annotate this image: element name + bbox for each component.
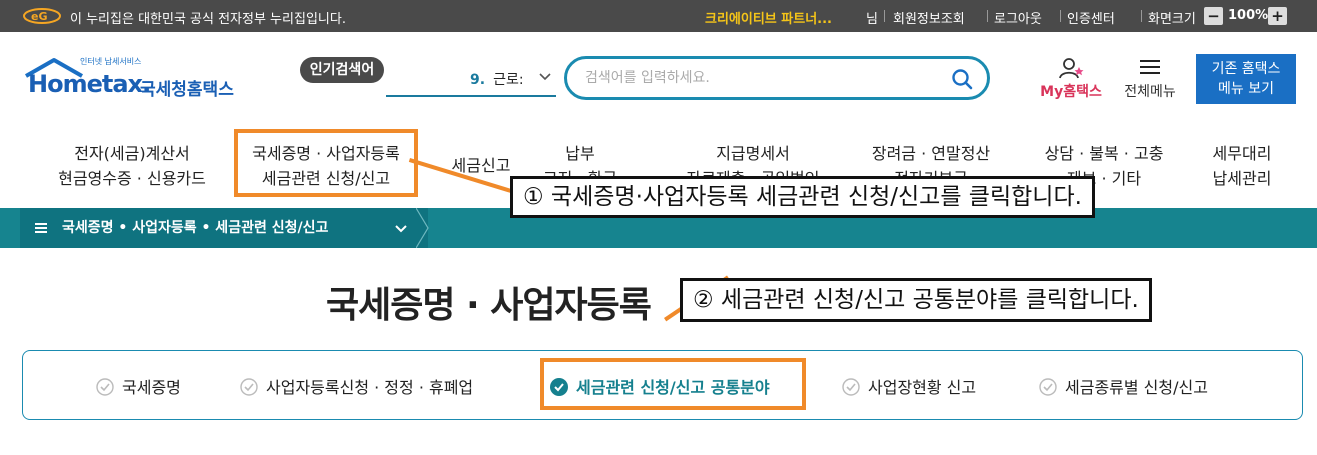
instruction-callout-1: ① 국세증명·사업자등록 세금관련 신청/신고를 클릭합니다. (510, 176, 1095, 218)
sub-tab-label: 세금종류별 신청/신고 (1065, 378, 1208, 397)
nav-label: 지급명세서 (716, 144, 790, 163)
sub-tab-label: 사업장현황 신고 (868, 378, 977, 397)
old-menu-label-line1: 기존 홈택스 (1211, 61, 1281, 77)
government-notice-text: 이 누리집은 대한민국 공식 전자정부 누리집입니다. (70, 12, 346, 27)
old-hometax-menu-button[interactable]: 기존 홈택스 메뉴 보기 (1196, 54, 1296, 104)
check-circle-icon (1039, 378, 1057, 396)
search-icon[interactable] (951, 68, 973, 90)
user-icon (1059, 58, 1084, 79)
highlight-box-sub-tab (540, 358, 806, 410)
divider (1060, 10, 1061, 22)
popular-search-rank: 9. (470, 72, 486, 88)
popular-search-badge: 인기검색어 (300, 57, 384, 83)
nav-label: 세무대리 (1212, 144, 1272, 163)
check-circle-icon (96, 378, 114, 396)
instruction-callout-2: ② 세금관련 신청/신고 공통분야를 클릭합니다. (680, 278, 1152, 322)
menu-lines-icon (35, 223, 47, 233)
divider (1141, 10, 1142, 22)
hamburger-menu-icon (1140, 60, 1160, 74)
logo-wordmark: Hometax. (28, 70, 151, 98)
svg-text:eG: eG (31, 10, 48, 23)
nav-tax-agent[interactable]: 세무대리 납세관리 (1205, 141, 1279, 189)
user-suffix: 님 (866, 12, 878, 27)
chevron-down-icon[interactable] (538, 69, 552, 83)
popular-search-term[interactable]: 9. 근로: (470, 69, 524, 89)
sub-tab-label: 국세증명 (122, 378, 181, 397)
sub-tab-tax-certificate[interactable]: 국세증명 (96, 374, 181, 398)
sub-tab-label: 사업자등록신청 · 정정 · 휴폐업 (266, 378, 474, 397)
sub-tab-business-registration[interactable]: 사업자등록신청 · 정정 · 휴폐업 (240, 374, 473, 398)
popular-search-underline (386, 95, 556, 97)
nav-label: 상담 · 불복 · 고충 (1044, 144, 1164, 163)
check-circle-icon (842, 378, 860, 396)
divider (987, 10, 988, 22)
divider (884, 10, 885, 22)
nav-label: 납부 (565, 144, 595, 163)
nav-label: 전자(세금)계산서 (74, 144, 190, 163)
old-menu-label-line2: 메뉴 보기 (1218, 81, 1274, 97)
my-hometax-button[interactable]: My홈택스 (1036, 57, 1106, 101)
check-circle-icon (240, 378, 258, 396)
nav-label: 장려금 · 연말정산 (871, 144, 991, 163)
breadcrumb[interactable]: 국세증명 • 사업자등록 • 세금관련 신청/신고 (20, 208, 428, 248)
breadcrumb-arrow-icon (416, 208, 429, 248)
logout-link[interactable]: 로그아웃 (994, 8, 1042, 27)
member-info-link[interactable]: 회원정보조회 (893, 8, 965, 27)
all-menu-label: 전체메뉴 (1124, 84, 1176, 100)
nav-label: 납세관리 (1212, 169, 1272, 188)
logo-tagline: 인터넷 납세서비스 (80, 57, 142, 66)
my-hometax-label: My홈택스 (1040, 84, 1102, 100)
zoom-in-button[interactable]: + (1268, 7, 1287, 25)
auth-center-link[interactable]: 인증센터 (1067, 8, 1115, 27)
zoom-out-button[interactable]: − (1204, 7, 1223, 25)
government-banner: eG 이 누리집은 대한민국 공식 전자정부 누리집입니다. 크리에이티브 파트… (0, 0, 1317, 32)
popular-search-keyword: 근로: (493, 72, 524, 88)
zoom-level: 100% (1228, 8, 1269, 23)
breadcrumb-label: 국세증명 • 사업자등록 • 세금관련 신청/신고 (62, 220, 329, 236)
all-menu-button[interactable]: 전체메뉴 (1118, 57, 1182, 101)
hometax-logo[interactable]: 인터넷 납세서비스 Hometax. 국세청홈택스 (24, 56, 240, 104)
screen-size-label: 화면크기 (1148, 12, 1196, 27)
egov-logo-icon: eG (23, 8, 61, 24)
sub-tab-tax-type-filing[interactable]: 세금종류별 신청/신고 (1039, 374, 1208, 398)
user-name: 크리에이티브 파트너... (705, 12, 832, 27)
sub-tab-business-status-report[interactable]: 사업장현황 신고 (842, 374, 976, 398)
search-box (564, 56, 990, 100)
highlight-box-nav (234, 129, 418, 197)
search-input[interactable] (585, 67, 945, 89)
page-title: 국세증명 · 사업자등록 (326, 285, 652, 326)
chevron-down-icon (395, 225, 407, 233)
nav-label: 현금영수증 · 신용카드 (58, 169, 206, 188)
nav-e-invoice[interactable]: 전자(세금)계산서 현금영수증 · 신용카드 (42, 141, 222, 191)
logo-korean-name: 국세청홈택스 (140, 80, 234, 100)
